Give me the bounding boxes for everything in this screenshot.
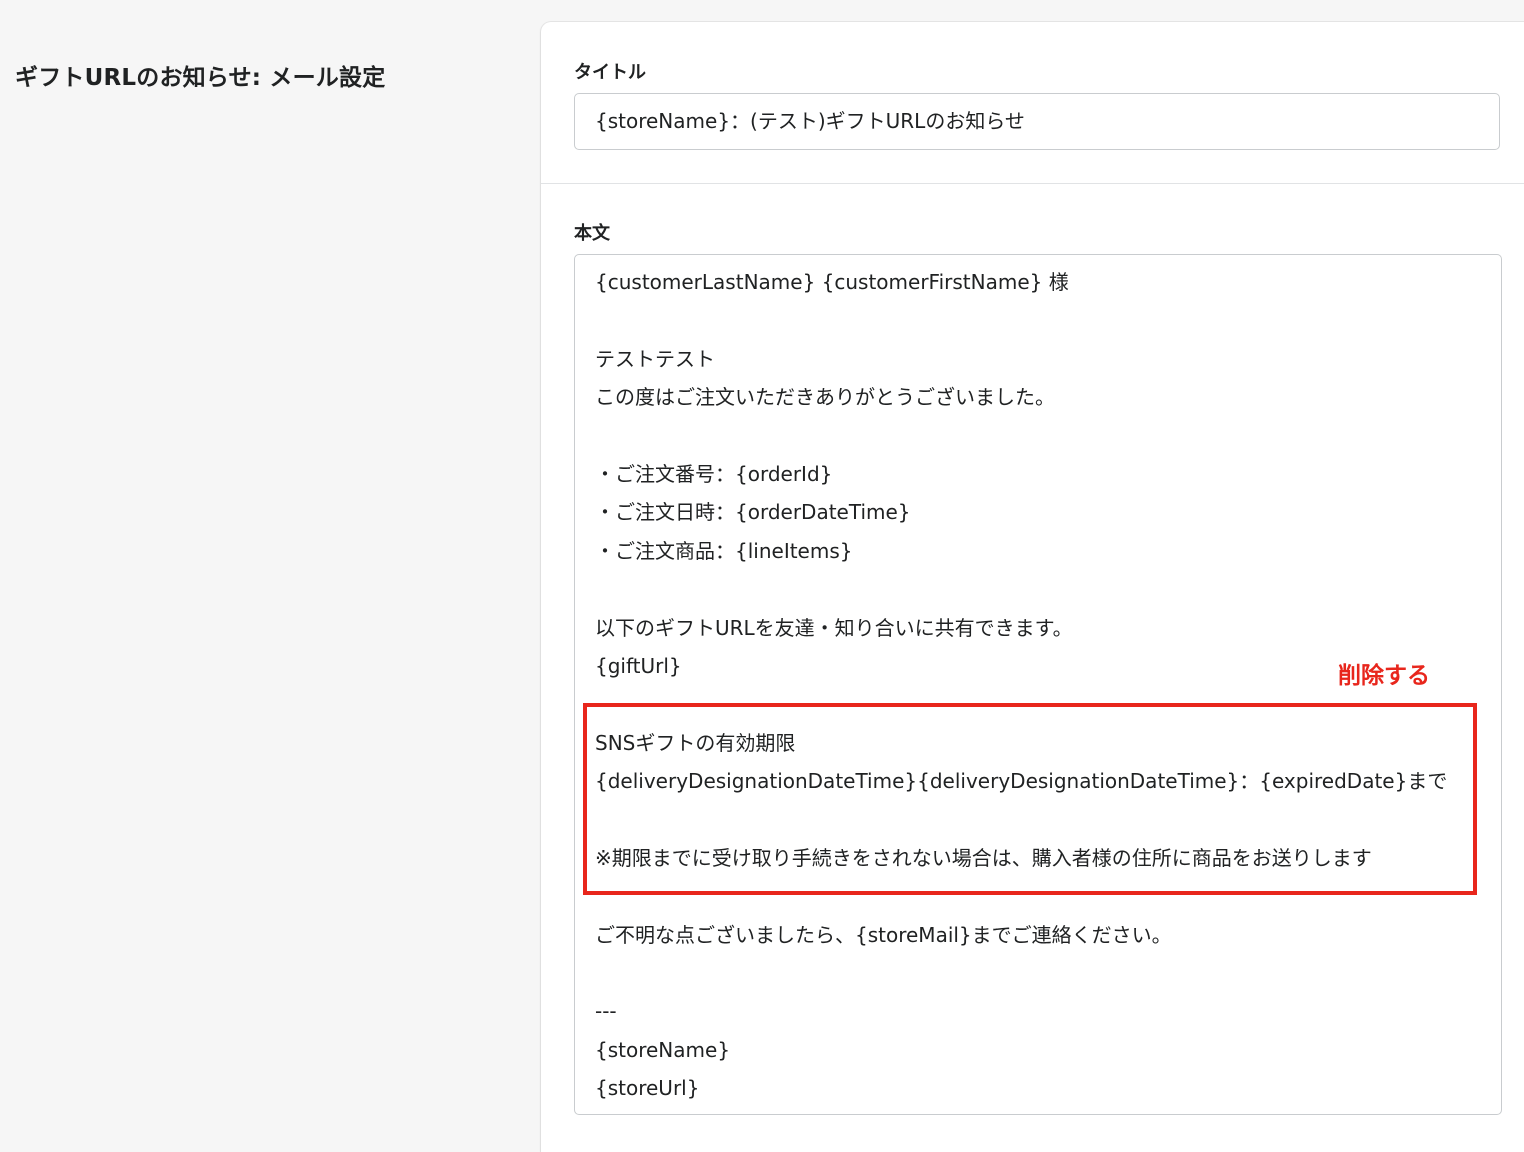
body-line: テストテスト	[595, 346, 715, 371]
title-input[interactable]: {storeName}：(テスト)ギフトURLのお知らせ	[574, 93, 1500, 150]
body-line: ・ご注文商品：{lineItems}	[595, 538, 853, 563]
body-line: この度はご注文いただきありがとうございました。	[595, 385, 1055, 410]
body-line: {storeName}	[595, 1037, 731, 1062]
body-line	[595, 877, 1481, 915]
body-line: ・ご注文番号：{orderId}	[595, 461, 833, 486]
body-line	[595, 301, 1481, 339]
body-line: ご不明な点ございましたら、{storeMail}までご連絡ください。	[595, 922, 1172, 947]
mail-settings-card: タイトル {storeName}：(テスト)ギフトURLのお知らせ 本文 {cu…	[541, 22, 1524, 1152]
body-line: {customerLastName} {customerFirstName} 様	[595, 270, 1069, 294]
body-line	[595, 417, 1481, 455]
section-title: ギフトURLのお知らせ: メール設定	[15, 65, 386, 91]
body-line: {storeUrl}	[595, 1076, 700, 1101]
body-line	[595, 954, 1481, 992]
body-line	[595, 800, 1481, 838]
divider	[541, 183, 1524, 184]
body-line: 以下のギフトURLを友達・知り合いに共有できます。	[595, 615, 1073, 640]
body-label: 本文	[574, 223, 610, 244]
body-line: SNSギフトの有効期限	[595, 730, 796, 755]
title-label: タイトル	[574, 62, 646, 83]
body-line: ---	[595, 999, 617, 1024]
body-line	[595, 685, 1481, 723]
delete-annotation-label: 削除する	[1338, 663, 1430, 689]
body-line: ・ご注文日時：{orderDateTime}	[595, 500, 911, 525]
body-line: {deliveryDesignationDateTime}{deliveryDe…	[595, 769, 1448, 794]
body-line	[595, 570, 1481, 608]
body-line: ※期限までに受け取り手続きをされない場合は、購入者様の住所に商品をお送りします	[595, 845, 1372, 870]
